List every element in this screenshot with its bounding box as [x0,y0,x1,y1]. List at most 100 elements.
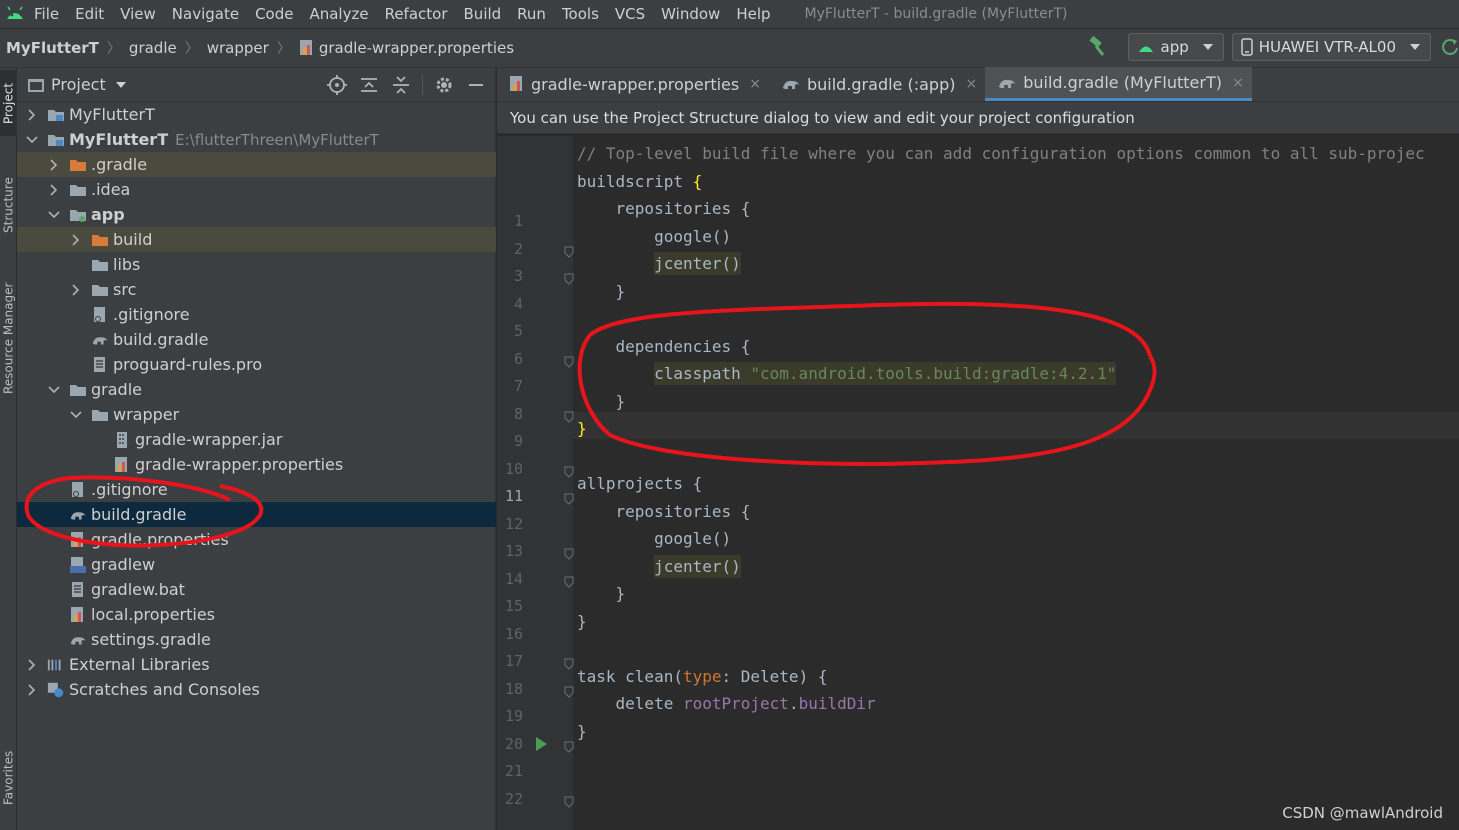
editor-tab[interactable]: build.gradle (:app) × [769,67,985,101]
collapse-all-icon[interactable] [390,74,412,96]
fold-marker-icon[interactable] [564,354,574,368]
code-line: delete rootProject.buildDir [577,694,876,713]
breadcrumb-project[interactable]: MyFlutterT [6,39,99,57]
menu-edit[interactable]: Edit [75,5,104,23]
fold-marker-icon[interactable] [564,794,574,808]
chevron-right-icon[interactable] [25,108,39,122]
device-select[interactable]: HUAWEI VTR-AL00 [1231,33,1431,61]
fold-marker-icon[interactable] [564,546,574,560]
locate-target-icon[interactable] [326,74,348,96]
tree-item[interactable]: .gitignore [17,302,496,327]
tree-item[interactable]: MyFlutterT E:\flutterThreen\MyFlutterT [17,127,496,152]
close-icon[interactable]: × [965,76,977,92]
menu-build[interactable]: Build [464,5,502,23]
tree-item-label: gradlew.bat [91,580,185,599]
menu-file[interactable]: File [34,5,59,23]
gradle-icon [997,75,1017,91]
minimize-icon[interactable] [465,74,487,96]
tree-item[interactable]: .gradle [17,152,496,177]
chevron-right-icon[interactable] [25,683,39,697]
editor-tab-label: build.gradle (MyFlutterT) [1023,73,1222,92]
tree-item[interactable]: local.properties [17,602,496,627]
line-number: 19 [504,707,523,725]
breadcrumb-gradle[interactable]: gradle [129,39,177,57]
tree-item[interactable]: gradlew [17,552,496,577]
tree-item[interactable]: gradle.properties [17,527,496,552]
tree-item[interactable]: src [17,277,496,302]
line-number: 22 [504,789,523,808]
menu-run[interactable]: Run [517,5,546,23]
menu-view[interactable]: View [120,5,156,23]
make-project-hammer-icon[interactable] [1086,36,1108,58]
tree-item[interactable]: libs [17,252,496,277]
code-token: jcenter() [654,252,741,275]
project-view-title[interactable]: Project [51,75,106,94]
code-token: "com.android.tools.build:gradle:4.2.1" [750,362,1117,385]
chevron-right-icon[interactable] [69,233,83,247]
breadcrumb-file[interactable]: gradle-wrapper.properties [319,39,514,57]
tree-item[interactable]: gradlew.bat [17,577,496,602]
tree-item[interactable]: gradle-wrapper.properties [17,452,496,477]
menu-code[interactable]: Code [255,5,293,23]
tree-item-label: gradlew [91,555,156,574]
tree-item[interactable]: .idea [17,177,496,202]
fold-marker-icon[interactable] [564,244,574,258]
tree-item[interactable]: build.gradle [17,502,496,527]
chevron-down-icon[interactable] [25,133,39,147]
tree-item[interactable]: External Libraries [17,652,496,677]
tree-item[interactable]: wrapper [17,402,496,427]
code-token: google() [577,226,732,246]
chevron-down-icon[interactable] [115,81,126,88]
tree-item[interactable]: app [17,202,496,227]
menu-navigate[interactable]: Navigate [172,5,239,23]
tree-item[interactable]: Scratches and Consoles [17,677,496,702]
tree-item[interactable]: build [17,227,496,252]
tree-item-label: gradle-wrapper.jar [135,430,283,449]
chevron-down-icon[interactable] [69,408,83,422]
editor-tab[interactable]: gradle-wrapper.properties × [497,67,769,101]
fold-marker-icon[interactable] [564,271,574,285]
fold-marker-icon[interactable] [564,409,574,423]
breadcrumb-wrapper[interactable]: wrapper [207,39,269,57]
run-config-select[interactable]: app [1127,33,1224,61]
orange-folder-icon [91,231,109,249]
menu-analyze[interactable]: Analyze [309,5,368,23]
expand-all-icon[interactable] [358,74,380,96]
tree-item[interactable]: .gitignore [17,477,496,502]
fold-marker-icon[interactable] [564,464,574,478]
fold-marker-icon[interactable] [564,684,574,698]
chevron-down-icon[interactable] [47,208,61,222]
chevron-right-icon[interactable] [69,283,83,297]
tool-tab-structure[interactable]: Structure [0,160,17,250]
tool-tab-project[interactable]: Project [0,70,17,136]
chevron-right-icon[interactable] [47,183,61,197]
chevron-right-icon[interactable] [25,658,39,672]
tree-item[interactable]: settings.gradle [17,627,496,652]
fold-marker-icon[interactable] [564,574,574,588]
tool-tab-resource-manager[interactable]: Resource Manager [0,268,17,408]
menu-help[interactable]: Help [736,5,770,23]
editor-gutter: 1 2 3 4 5 6 7 8 9 10 11 12 13 14 15 16 17 18 19 20 21 22 [497,136,574,830]
chevron-down-icon[interactable] [47,383,61,397]
close-icon[interactable]: × [749,76,761,92]
tree-item[interactable]: gradle [17,377,496,402]
fold-marker-icon[interactable] [564,656,574,670]
fold-marker-icon[interactable] [564,491,574,505]
tree-item[interactable]: gradle-wrapper.jar [17,427,496,452]
run-gutter-icon[interactable] [536,736,547,751]
fold-marker-icon[interactable] [564,739,574,753]
chevron-right-icon[interactable] [47,158,61,172]
menu-refactor[interactable]: Refactor [385,5,448,23]
editor-tab[interactable]: build.gradle (MyFlutterT) × [985,67,1252,101]
menu-vcs[interactable]: VCS [615,5,645,23]
tree-item[interactable]: proguard-rules.pro [17,352,496,377]
close-icon[interactable]: × [1232,75,1244,91]
gear-icon[interactable] [433,74,455,96]
menu-window[interactable]: Window [661,5,720,23]
tree-item[interactable]: build.gradle [17,327,496,352]
tree-item[interactable]: MyFlutterT [17,102,496,127]
tool-tab-favorites[interactable]: Favorites [0,738,17,818]
menu-tools[interactable]: Tools [562,5,599,23]
sync-icon[interactable] [1441,36,1459,58]
